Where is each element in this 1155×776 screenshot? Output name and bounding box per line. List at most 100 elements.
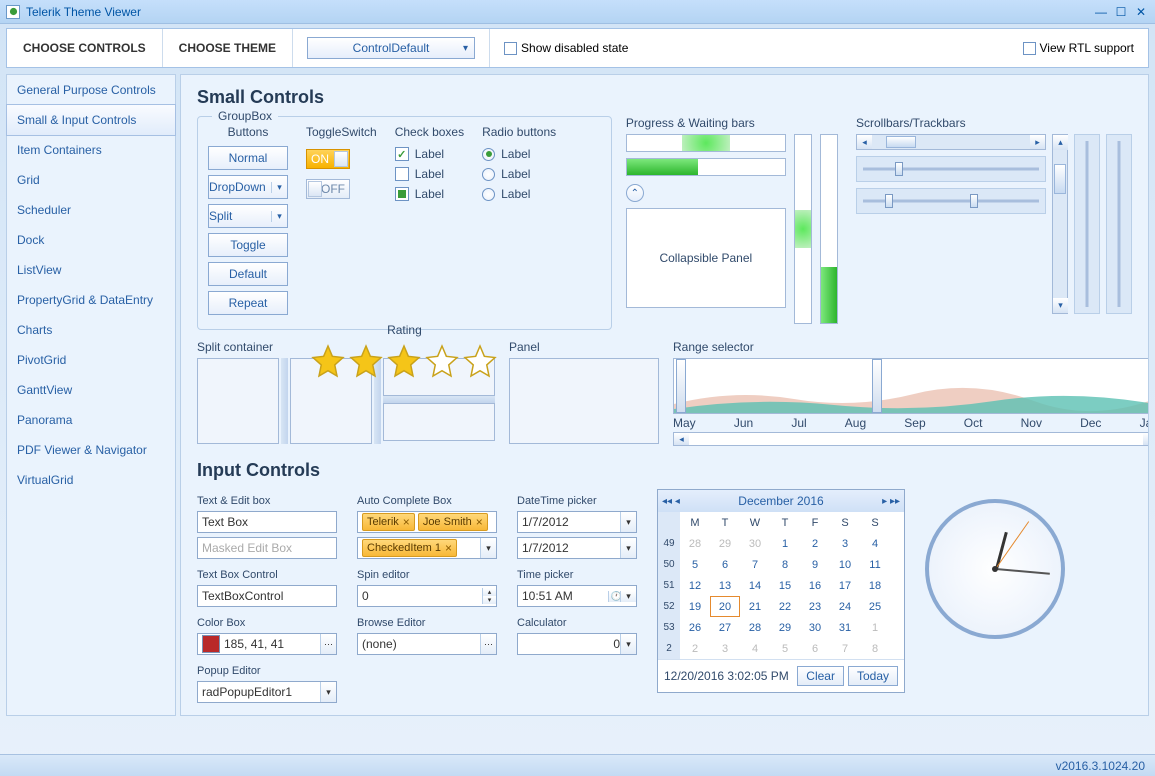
calendar-day[interactable]: 6 <box>800 638 830 659</box>
calculator-input[interactable]: 0▾ <box>517 633 637 655</box>
sidebar-item-6[interactable]: ListView <box>7 255 175 285</box>
maximize-button[interactable]: ☐ <box>1113 5 1129 19</box>
calendar-next[interactable]: ▸ ▸▸ <box>882 496 900 507</box>
calendar-day[interactable]: 29 <box>770 617 800 638</box>
calendar-day[interactable]: 12 <box>680 575 710 596</box>
default-button[interactable]: Default <box>208 262 288 286</box>
ellipsis-icon[interactable]: ⋯ <box>320 634 336 654</box>
horizontal-scrollbar[interactable]: ◂▸ <box>856 134 1046 150</box>
masked-edit-input[interactable]: Masked Edit Box <box>197 537 337 559</box>
textbox-input[interactable]: Text Box <box>197 511 337 533</box>
calendar-day[interactable]: 18 <box>860 575 890 596</box>
datetime-picker-1[interactable]: 1/7/2012▾ <box>517 511 637 533</box>
radio-2[interactable] <box>482 168 495 181</box>
calendar-day[interactable]: 28 <box>680 533 710 554</box>
split-button[interactable]: Split▾ <box>208 204 288 228</box>
sidebar-item-7[interactable]: PropertyGrid & DataEntry <box>7 285 175 315</box>
calendar-day[interactable]: 22 <box>770 596 800 617</box>
browse-editor[interactable]: (none)⋯ <box>357 633 497 655</box>
calendar-day[interactable]: 21 <box>740 596 770 617</box>
rtl-checkbox[interactable] <box>1023 42 1036 55</box>
calendar-day[interactable]: 14 <box>740 575 770 596</box>
expand-button[interactable]: ⌃ <box>626 184 644 202</box>
calendar-day[interactable]: 9 <box>800 554 830 575</box>
calendar-day[interactable]: 13 <box>710 575 740 596</box>
range-selector[interactable] <box>673 358 1149 414</box>
calendar-day[interactable]: 26 <box>680 617 710 638</box>
popup-editor-input[interactable]: radPopupEditor1▾ <box>197 681 337 703</box>
calendar-clear-button[interactable]: Clear <box>797 666 844 686</box>
minimize-button[interactable]: — <box>1093 5 1109 19</box>
calendar-day[interactable]: 23 <box>800 596 830 617</box>
theme-combo[interactable]: ControlDefault▾ <box>307 37 475 59</box>
calendar-day[interactable]: 17 <box>830 575 860 596</box>
sidebar-item-12[interactable]: PDF Viewer & Navigator <box>7 435 175 465</box>
horizontal-trackbar[interactable] <box>856 156 1046 182</box>
calendar-day[interactable]: 19 <box>680 596 710 617</box>
vertical-scrollbar[interactable]: ▴▾ <box>1052 134 1068 314</box>
radio-3[interactable] <box>482 188 495 201</box>
colorbox-input[interactable]: 185, 41, 41⋯ <box>197 633 337 655</box>
calendar-day[interactable]: 2 <box>680 638 710 659</box>
calendar-day[interactable]: 7 <box>830 638 860 659</box>
calendar-day[interactable]: 8 <box>770 554 800 575</box>
calendar-today-button[interactable]: Today <box>848 666 898 686</box>
calendar-day[interactable]: 8 <box>860 638 890 659</box>
time-picker[interactable]: 10:51 AM🕐▾ <box>517 585 637 607</box>
vertical-trackbar[interactable] <box>1074 134 1100 314</box>
sidebar-item-1[interactable]: Small & Input Controls <box>6 104 176 136</box>
calendar-day[interactable]: 30 <box>740 533 770 554</box>
sidebar-item-0[interactable]: General Purpose Controls <box>7 75 175 105</box>
calendar-day[interactable]: 4 <box>740 638 770 659</box>
horizontal-range-trackbar[interactable] <box>856 188 1046 214</box>
spin-editor[interactable]: 0▴▾ <box>357 585 497 607</box>
calendar-day[interactable]: 1 <box>770 533 800 554</box>
calendar-day[interactable]: 1 <box>860 617 890 638</box>
checkbox-1[interactable] <box>395 147 409 161</box>
checkbox-3[interactable] <box>395 187 409 201</box>
toggle-button[interactable]: Toggle <box>208 233 288 257</box>
dropdown-button[interactable]: DropDown▾ <box>208 175 288 199</box>
calendar-day[interactable]: 6 <box>710 554 740 575</box>
calendar-day[interactable]: 11 <box>860 554 890 575</box>
vertical-range-trackbar[interactable] <box>1106 134 1132 314</box>
radio-1[interactable] <box>482 148 495 161</box>
calendar-day[interactable]: 24 <box>830 596 860 617</box>
calendar-day[interactable]: 28 <box>740 617 770 638</box>
calendar[interactable]: ◂◂ ◂ December 2016 ▸ ▸▸ MTWTFSS492829301… <box>657 489 905 693</box>
calendar-day[interactable]: 31 <box>830 617 860 638</box>
calendar-day[interactable]: 2 <box>800 533 830 554</box>
calendar-day[interactable]: 4 <box>860 533 890 554</box>
rating[interactable] <box>208 343 601 379</box>
toggle-switch-on[interactable]: ON <box>306 149 350 169</box>
datetime-picker-2[interactable]: 1/7/2012▾ <box>517 537 637 559</box>
sidebar-item-10[interactable]: GanttView <box>7 375 175 405</box>
calendar-day[interactable]: 25 <box>860 596 890 617</box>
sidebar-item-4[interactable]: Scheduler <box>7 195 175 225</box>
ellipsis-icon[interactable]: ⋯ <box>480 634 496 654</box>
close-button[interactable]: ✕ <box>1133 5 1149 19</box>
calendar-day[interactable]: 7 <box>740 554 770 575</box>
calendar-day[interactable]: 20 <box>710 596 740 617</box>
calendar-day[interactable]: 10 <box>830 554 860 575</box>
sidebar-item-11[interactable]: Panorama <box>7 405 175 435</box>
sidebar-item-3[interactable]: Grid <box>7 165 175 195</box>
calendar-day[interactable]: 3 <box>830 533 860 554</box>
sidebar-item-5[interactable]: Dock <box>7 225 175 255</box>
tab-choose-controls[interactable]: CHOOSE CONTROLS <box>7 29 163 67</box>
show-disabled-checkbox[interactable] <box>504 42 517 55</box>
sidebar-item-13[interactable]: VirtualGrid <box>7 465 175 495</box>
toggle-switch-off[interactable]: OFF <box>306 179 350 199</box>
calendar-day[interactable]: 3 <box>710 638 740 659</box>
checkbox-2[interactable] <box>395 167 409 181</box>
calendar-day[interactable]: 15 <box>770 575 800 596</box>
normal-button[interactable]: Normal <box>208 146 288 170</box>
textbox-control-input[interactable]: TextBoxControl <box>197 585 337 607</box>
calendar-day[interactable]: 27 <box>710 617 740 638</box>
calendar-day[interactable]: 5 <box>680 554 710 575</box>
sidebar-item-9[interactable]: PivotGrid <box>7 345 175 375</box>
calendar-day[interactable]: 29 <box>710 533 740 554</box>
calendar-day[interactable]: 5 <box>770 638 800 659</box>
calendar-day[interactable]: 16 <box>800 575 830 596</box>
sidebar-item-2[interactable]: Item Containers <box>7 135 175 165</box>
